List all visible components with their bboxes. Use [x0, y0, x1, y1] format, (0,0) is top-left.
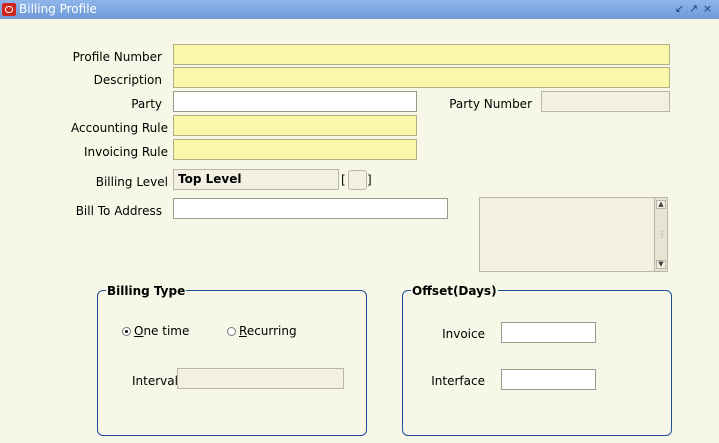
- recurring-radio[interactable]: [227, 327, 236, 336]
- bill-to-address-label: Bill To Address: [75, 204, 162, 218]
- billing-level-label: Billing Level: [95, 175, 168, 189]
- invoice-label: Invoice: [442, 327, 485, 341]
- interface-field[interactable]: [501, 369, 596, 390]
- one-time-label[interactable]: One time: [134, 324, 189, 338]
- offset-days-legend: Offset(Days): [411, 284, 498, 298]
- invoice-field[interactable]: [501, 322, 596, 343]
- accounting-rule-field[interactable]: [173, 115, 417, 136]
- bill-to-address-field[interactable]: [173, 198, 448, 219]
- chevron-down-icon[interactable]: ▼: [656, 260, 666, 269]
- invoicing-rule-label: Invoicing Rule: [83, 145, 168, 159]
- accounting-rule-label: Accounting Rule: [71, 121, 168, 135]
- bracket-left: [: [341, 173, 346, 187]
- billing-level-checkbox[interactable]: [348, 170, 367, 190]
- profile-number-field[interactable]: [173, 44, 670, 65]
- bracket-right: ]: [367, 173, 372, 187]
- party-number-label: Party Number: [449, 97, 532, 111]
- description-label: Description: [93, 73, 162, 87]
- party-label: Party: [131, 97, 162, 111]
- oracle-logo-icon: [2, 3, 16, 16]
- party-field[interactable]: [173, 91, 417, 112]
- offset-days-group: Offset(Days) Invoice Interface: [402, 284, 672, 436]
- recurring-label[interactable]: Recurring: [239, 324, 297, 338]
- grip-icon[interactable]: ⋮: [658, 230, 666, 239]
- billing-level-field: Top Level: [173, 169, 339, 190]
- description-field[interactable]: [173, 67, 670, 88]
- billing-level-value: Top Level: [178, 172, 242, 186]
- scrollbar[interactable]: ▲ ⋮ ▼: [654, 198, 667, 271]
- invoicing-rule-field[interactable]: [173, 139, 417, 160]
- profile-number-label: Profile Number: [72, 50, 162, 64]
- minimize-icon[interactable]: ↙: [674, 2, 685, 15]
- interval-label: Interval: [132, 374, 178, 388]
- billing-type-group: Billing Type One time Recurring Interval: [97, 284, 367, 436]
- billing-type-legend: Billing Type: [106, 284, 187, 298]
- interval-field: [177, 368, 344, 389]
- interface-label: Interface: [431, 374, 485, 388]
- bill-to-address-textarea[interactable]: ▲ ⋮ ▼: [479, 197, 668, 272]
- title-bar: Billing Profile ↙ ↗ ×: [0, 0, 719, 19]
- chevron-up-icon[interactable]: ▲: [656, 200, 666, 209]
- window-title: Billing Profile: [19, 2, 97, 16]
- maximize-icon[interactable]: ↗: [688, 2, 699, 15]
- one-time-radio[interactable]: [122, 327, 131, 336]
- close-icon[interactable]: ×: [702, 2, 713, 15]
- party-number-field: [541, 91, 670, 112]
